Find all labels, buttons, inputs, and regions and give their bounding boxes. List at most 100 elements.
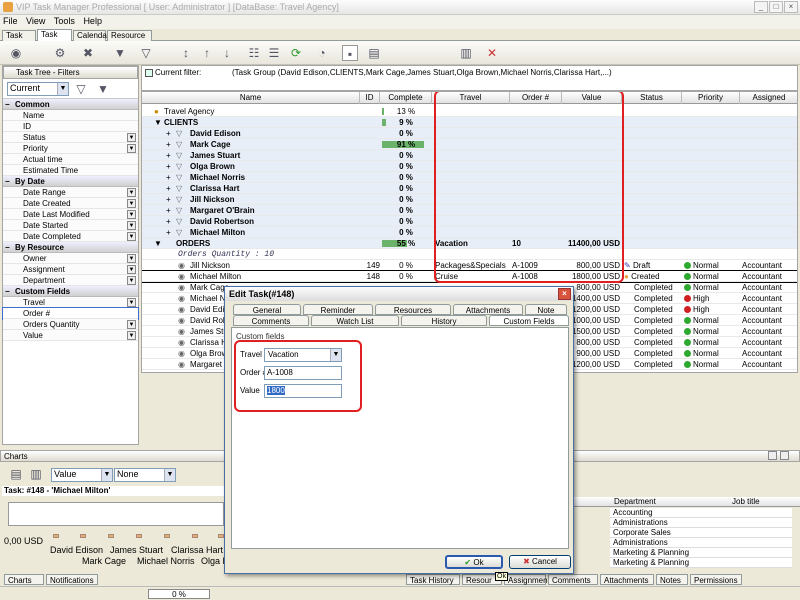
- dialog-tab-reminder[interactable]: Reminder: [303, 304, 373, 315]
- filter-id[interactable]: ID: [3, 121, 138, 132]
- tab-task-history[interactable]: Task History: [406, 574, 460, 585]
- funnel-clear-icon[interactable]: ▼: [95, 81, 111, 97]
- print-icon[interactable]: ▤: [366, 45, 382, 61]
- filter-value[interactable]: Value ▼: [3, 330, 138, 341]
- dialog-tab-custom-fields[interactable]: Custom Fields: [489, 315, 569, 326]
- filter-date-range[interactable]: Date Range ▼: [3, 187, 138, 198]
- tab-calendar[interactable]: Calendar: [73, 30, 109, 41]
- tab-task-tree[interactable]: Task Tree: [37, 29, 72, 49]
- filter-date-completed[interactable]: Date Completed ▼: [3, 231, 138, 242]
- resource-job-cell[interactable]: [726, 538, 792, 548]
- chart-group-combo[interactable]: None ▼: [114, 468, 176, 482]
- dialog-tab-note[interactable]: Note: [525, 304, 567, 315]
- expand-icon[interactable]: +: [166, 139, 171, 150]
- current-filter-combo[interactable]: Current ▼: [7, 82, 69, 96]
- section-common[interactable]: Common: [3, 99, 138, 110]
- resource-department-cell[interactable]: Administrations: [610, 518, 726, 528]
- dialog-close-icon[interactable]: ×: [558, 288, 571, 300]
- chevron-down-icon[interactable]: ▼: [127, 331, 136, 340]
- expand-icon[interactable]: +: [166, 150, 171, 161]
- filter-department[interactable]: Department ▼: [3, 275, 138, 286]
- chart-value-combo[interactable]: Value ▼: [51, 468, 113, 482]
- resource-department-cell[interactable]: Marketing & Planning: [610, 558, 726, 568]
- col-status[interactable]: Status: [622, 92, 682, 104]
- chevron-down-icon[interactable]: ▼: [127, 232, 136, 241]
- dialog-tab-comments[interactable]: Comments: [233, 315, 309, 326]
- filter-date-last-modified[interactable]: Date Last Modified ▼: [3, 209, 138, 220]
- dialog-tab-attachments[interactable]: Attachments: [453, 304, 523, 315]
- chevron-down-icon[interactable]: ▼: [127, 221, 136, 230]
- chevron-down-icon[interactable]: ▼: [127, 298, 136, 307]
- restore-panel-icon[interactable]: [768, 451, 777, 460]
- minimize-button[interactable]: _: [754, 1, 768, 13]
- new-task-icon[interactable]: ◉: [8, 45, 24, 61]
- expand-icon[interactable]: +: [166, 128, 171, 139]
- tab-resource-list[interactable]: Resource List: [107, 30, 152, 50]
- chart-save-icon[interactable]: ▥: [28, 466, 44, 482]
- resource-job-cell[interactable]: [726, 518, 792, 528]
- outline-icon[interactable]: ☰: [266, 45, 282, 61]
- move-down-icon[interactable]: ↓: [219, 45, 235, 61]
- tab-task-list[interactable]: Task List: [2, 30, 36, 50]
- filter-actual-time[interactable]: Actual time: [3, 154, 138, 165]
- maximize-button[interactable]: □: [769, 1, 783, 13]
- expand-icon[interactable]: +: [166, 161, 171, 172]
- chevron-down-icon[interactable]: ▼: [127, 144, 136, 153]
- tab-notifications[interactable]: Notifications: [46, 574, 98, 585]
- tab-charts[interactable]: Charts: [4, 574, 44, 585]
- col-assigned[interactable]: Assigned: [740, 92, 797, 104]
- section-by-resource[interactable]: By Resource: [3, 242, 138, 253]
- menu-view[interactable]: View: [23, 15, 48, 27]
- col-complete[interactable]: Complete: [380, 92, 432, 104]
- filter-priority[interactable]: Priority ▼: [3, 143, 138, 154]
- col-name[interactable]: Name: [142, 92, 360, 104]
- chevron-down-icon[interactable]: ▼: [127, 133, 136, 142]
- filter-travel[interactable]: Travel ▼: [3, 297, 138, 308]
- section-by-date[interactable]: By Date: [3, 176, 138, 187]
- resource-department-cell[interactable]: Marketing & Planning: [610, 548, 726, 558]
- tab-comments[interactable]: Comments: [548, 574, 598, 585]
- dialog-tab-history[interactable]: History: [401, 315, 487, 326]
- tree-icon[interactable]: ☷: [246, 45, 262, 61]
- filter-add-icon[interactable]: ▽: [138, 45, 154, 61]
- chevron-down-icon[interactable]: ▼: [127, 265, 136, 274]
- filter-owner[interactable]: Owner ▼: [3, 253, 138, 264]
- chevron-down-icon[interactable]: ▼: [127, 210, 136, 219]
- chevron-down-icon[interactable]: ▼: [127, 320, 136, 329]
- menu-file[interactable]: File: [0, 15, 21, 27]
- filter-order[interactable]: Order #: [2, 307, 139, 320]
- resource-job-cell[interactable]: [726, 558, 792, 568]
- expand-icon[interactable]: +: [166, 205, 171, 216]
- expand-icon[interactable]: +: [166, 227, 171, 238]
- view-icon[interactable]: ◔: [314, 45, 330, 61]
- expand-icon[interactable]: +: [166, 172, 171, 183]
- filter-date-started[interactable]: Date Started ▼: [3, 220, 138, 231]
- chevron-down-icon[interactable]: ▼: [127, 188, 136, 197]
- menu-tools[interactable]: Tools: [51, 15, 78, 27]
- report-icon[interactable]: ▥: [458, 45, 474, 61]
- filter-estimated-time[interactable]: Estimated Time: [3, 165, 138, 176]
- move-up-icon[interactable]: ↑: [199, 45, 215, 61]
- delete-icon[interactable]: ✖: [80, 45, 96, 61]
- close-panel-icon[interactable]: [780, 451, 789, 460]
- resource-job-cell[interactable]: [726, 508, 792, 518]
- col-id[interactable]: ID: [360, 92, 380, 104]
- dialog-tab-general[interactable]: General: [233, 304, 301, 315]
- resource-job-cell[interactable]: [726, 548, 792, 558]
- section-custom-fields[interactable]: Custom Fields: [3, 286, 138, 297]
- expand-icon[interactable]: +: [166, 194, 171, 205]
- col-job-title[interactable]: Job title: [732, 497, 760, 506]
- expand-icon[interactable]: +: [166, 183, 171, 194]
- refresh-icon[interactable]: ⟳: [288, 45, 304, 61]
- col-department[interactable]: Department: [614, 497, 656, 506]
- menu-help[interactable]: Help: [80, 15, 105, 27]
- dialog-tab-watch-list[interactable]: Watch List: [311, 315, 399, 326]
- funnel-icon[interactable]: ▽: [73, 81, 89, 97]
- new-group-icon[interactable]: ⚙: [52, 45, 68, 61]
- chevron-down-icon[interactable]: ▼: [127, 199, 136, 208]
- filter-checkbox[interactable]: [145, 69, 153, 77]
- resource-department-cell[interactable]: Corporate Sales: [610, 528, 726, 538]
- remove-report-icon[interactable]: ✕: [484, 45, 500, 61]
- tab-permissions[interactable]: Permissions: [690, 574, 742, 585]
- filter-date-created[interactable]: Date Created ▼: [3, 198, 138, 209]
